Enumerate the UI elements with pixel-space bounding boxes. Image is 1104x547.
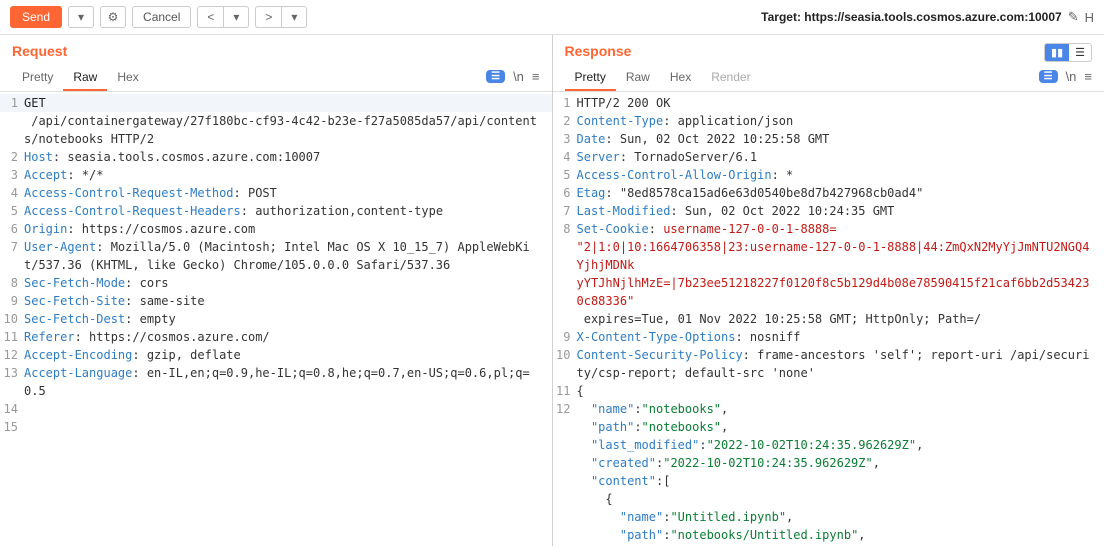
request-newline-icon[interactable]: \n [513,69,524,84]
response-tab-hex[interactable]: Hex [660,65,701,91]
target-label: Target: https://seasia.tools.cosmos.azur… [761,10,1062,24]
code-line[interactable]: 7User-Agent: Mozilla/5.0 (Macintosh; Int… [0,238,552,274]
code-line[interactable]: 7Last-Modified: Sun, 02 Oct 2022 10:24:3… [553,202,1104,220]
code-line[interactable]: 10Content-Security-Policy: frame-ancesto… [553,346,1104,382]
code-line[interactable]: "path":"notebooks/Untitled.ipynb", [553,526,1104,544]
code-line[interactable]: 12Accept-Encoding: gzip, deflate [0,346,552,364]
code-line[interactable]: 8Set-Cookie: username-127-0-0-1-8888= [553,220,1104,238]
response-tab-raw[interactable]: Raw [616,65,660,91]
code-line[interactable]: 6Origin: https://cosmos.azure.com [0,220,552,238]
request-inspector-icon[interactable]: ☰ [486,70,505,83]
cancel-button[interactable]: Cancel [132,6,191,28]
gear-icon: ⚙ [108,10,119,24]
code-line[interactable]: 2Host: seasia.tools.cosmos.azure.com:100… [0,148,552,166]
code-line[interactable]: 5Access-Control-Allow-Origin: * [553,166,1104,184]
code-line[interactable]: 2Content-Type: application/json [553,112,1104,130]
response-tab-pretty[interactable]: Pretty [565,65,616,91]
code-line[interactable]: 4Access-Control-Request-Method: POST [0,184,552,202]
code-line[interactable]: 3Date: Sun, 02 Oct 2022 10:25:58 GMT [553,130,1104,148]
code-line[interactable]: 12 "name":"notebooks", [553,400,1104,418]
edit-target-icon[interactable]: ✎ [1068,9,1079,25]
response-tab-render[interactable]: Render [701,65,760,91]
prev-button[interactable]: < [197,6,223,28]
prev-group: < ▾ [197,6,249,28]
code-line[interactable]: 9Sec-Fetch-Site: same-site [0,292,552,310]
code-line[interactable]: 1HTTP/2 200 OK [553,94,1104,112]
code-line[interactable]: "created":"2022-10-02T10:24:35.962629Z", [553,454,1104,472]
response-panel: Response ▮▮ ☰ Pretty Raw Hex Render ☰ \n… [553,35,1104,546]
code-line[interactable]: 3Accept: */* [0,166,552,184]
layout-rows-icon[interactable]: ☰ [1069,44,1091,61]
request-menu-icon[interactable]: ≡ [532,69,540,84]
code-line[interactable]: "last_modified":"2022-10-02T10:24:35.942… [553,544,1104,546]
code-line[interactable]: 11Referer: https://cosmos.azure.com/ [0,328,552,346]
top-toolbar: Send ▾ ⚙ Cancel < ▾ > ▾ Target: https://… [0,0,1104,35]
request-panel: Request Pretty Raw Hex ☰ \n ≡ 1GET /api/… [0,35,553,546]
layout-toggle[interactable]: ▮▮ ☰ [1044,43,1092,62]
code-line[interactable]: "name":"Untitled.ipynb", [553,508,1104,526]
code-line[interactable]: "last_modified":"2022-10-02T10:24:35.962… [553,436,1104,454]
response-inspector-icon[interactable]: ☰ [1039,70,1058,83]
response-title: Response [565,43,1033,59]
code-line[interactable]: 11{ [553,382,1104,400]
response-viewer[interactable]: 1HTTP/2 200 OK2Content-Type: application… [553,92,1104,546]
code-line[interactable]: 6Etag: "8ed8578ca15ad6e63d0540be8d7b4279… [553,184,1104,202]
next-group: > ▾ [255,6,307,28]
code-line[interactable]: 13Accept-Language: en-IL,en;q=0.9,he-IL;… [0,364,552,400]
code-line[interactable]: 10Sec-Fetch-Dest: empty [0,310,552,328]
request-editor[interactable]: 1GET /api/containergateway/27f180bc-cf93… [0,92,552,546]
code-line[interactable]: 8Sec-Fetch-Mode: cors [0,274,552,292]
code-line[interactable]: { [553,490,1104,508]
code-line[interactable]: 5Access-Control-Request-Headers: authori… [0,202,552,220]
http-version-label: H [1085,10,1094,25]
code-line[interactable]: "content":[ [553,472,1104,490]
code-line[interactable]: 14 [0,400,552,418]
request-tab-hex[interactable]: Hex [107,65,148,91]
prev-dropdown[interactable]: ▾ [223,6,249,28]
response-newline-icon[interactable]: \n [1066,69,1077,84]
code-line[interactable]: "path":"notebooks", [553,418,1104,436]
send-button[interactable]: Send [10,6,62,28]
request-tab-raw[interactable]: Raw [63,65,107,91]
send-dropdown-button[interactable]: ▾ [68,6,94,28]
settings-button[interactable]: ⚙ [100,6,126,28]
code-line[interactable]: 9X-Content-Type-Options: nosniff [553,328,1104,346]
request-title: Request [12,43,540,59]
request-tab-pretty[interactable]: Pretty [12,65,63,91]
code-line[interactable]: 1GET [0,94,552,112]
code-line[interactable]: "2|1:0|10:1664706358|23:username-127-0-0… [553,238,1104,274]
code-line[interactable]: yYTJhNjlhMzE=|7b23ee51218227f0120f8c5b12… [553,274,1104,310]
response-menu-icon[interactable]: ≡ [1084,69,1092,84]
code-line[interactable]: 4Server: TornadoServer/6.1 [553,148,1104,166]
code-line[interactable]: /api/containergateway/27f180bc-cf93-4c42… [0,112,552,148]
next-button[interactable]: > [255,6,281,28]
next-dropdown[interactable]: ▾ [281,6,307,28]
code-line[interactable]: 15 [0,418,552,436]
layout-columns-icon[interactable]: ▮▮ [1045,44,1069,61]
code-line[interactable]: expires=Tue, 01 Nov 2022 10:25:58 GMT; H… [553,310,1104,328]
